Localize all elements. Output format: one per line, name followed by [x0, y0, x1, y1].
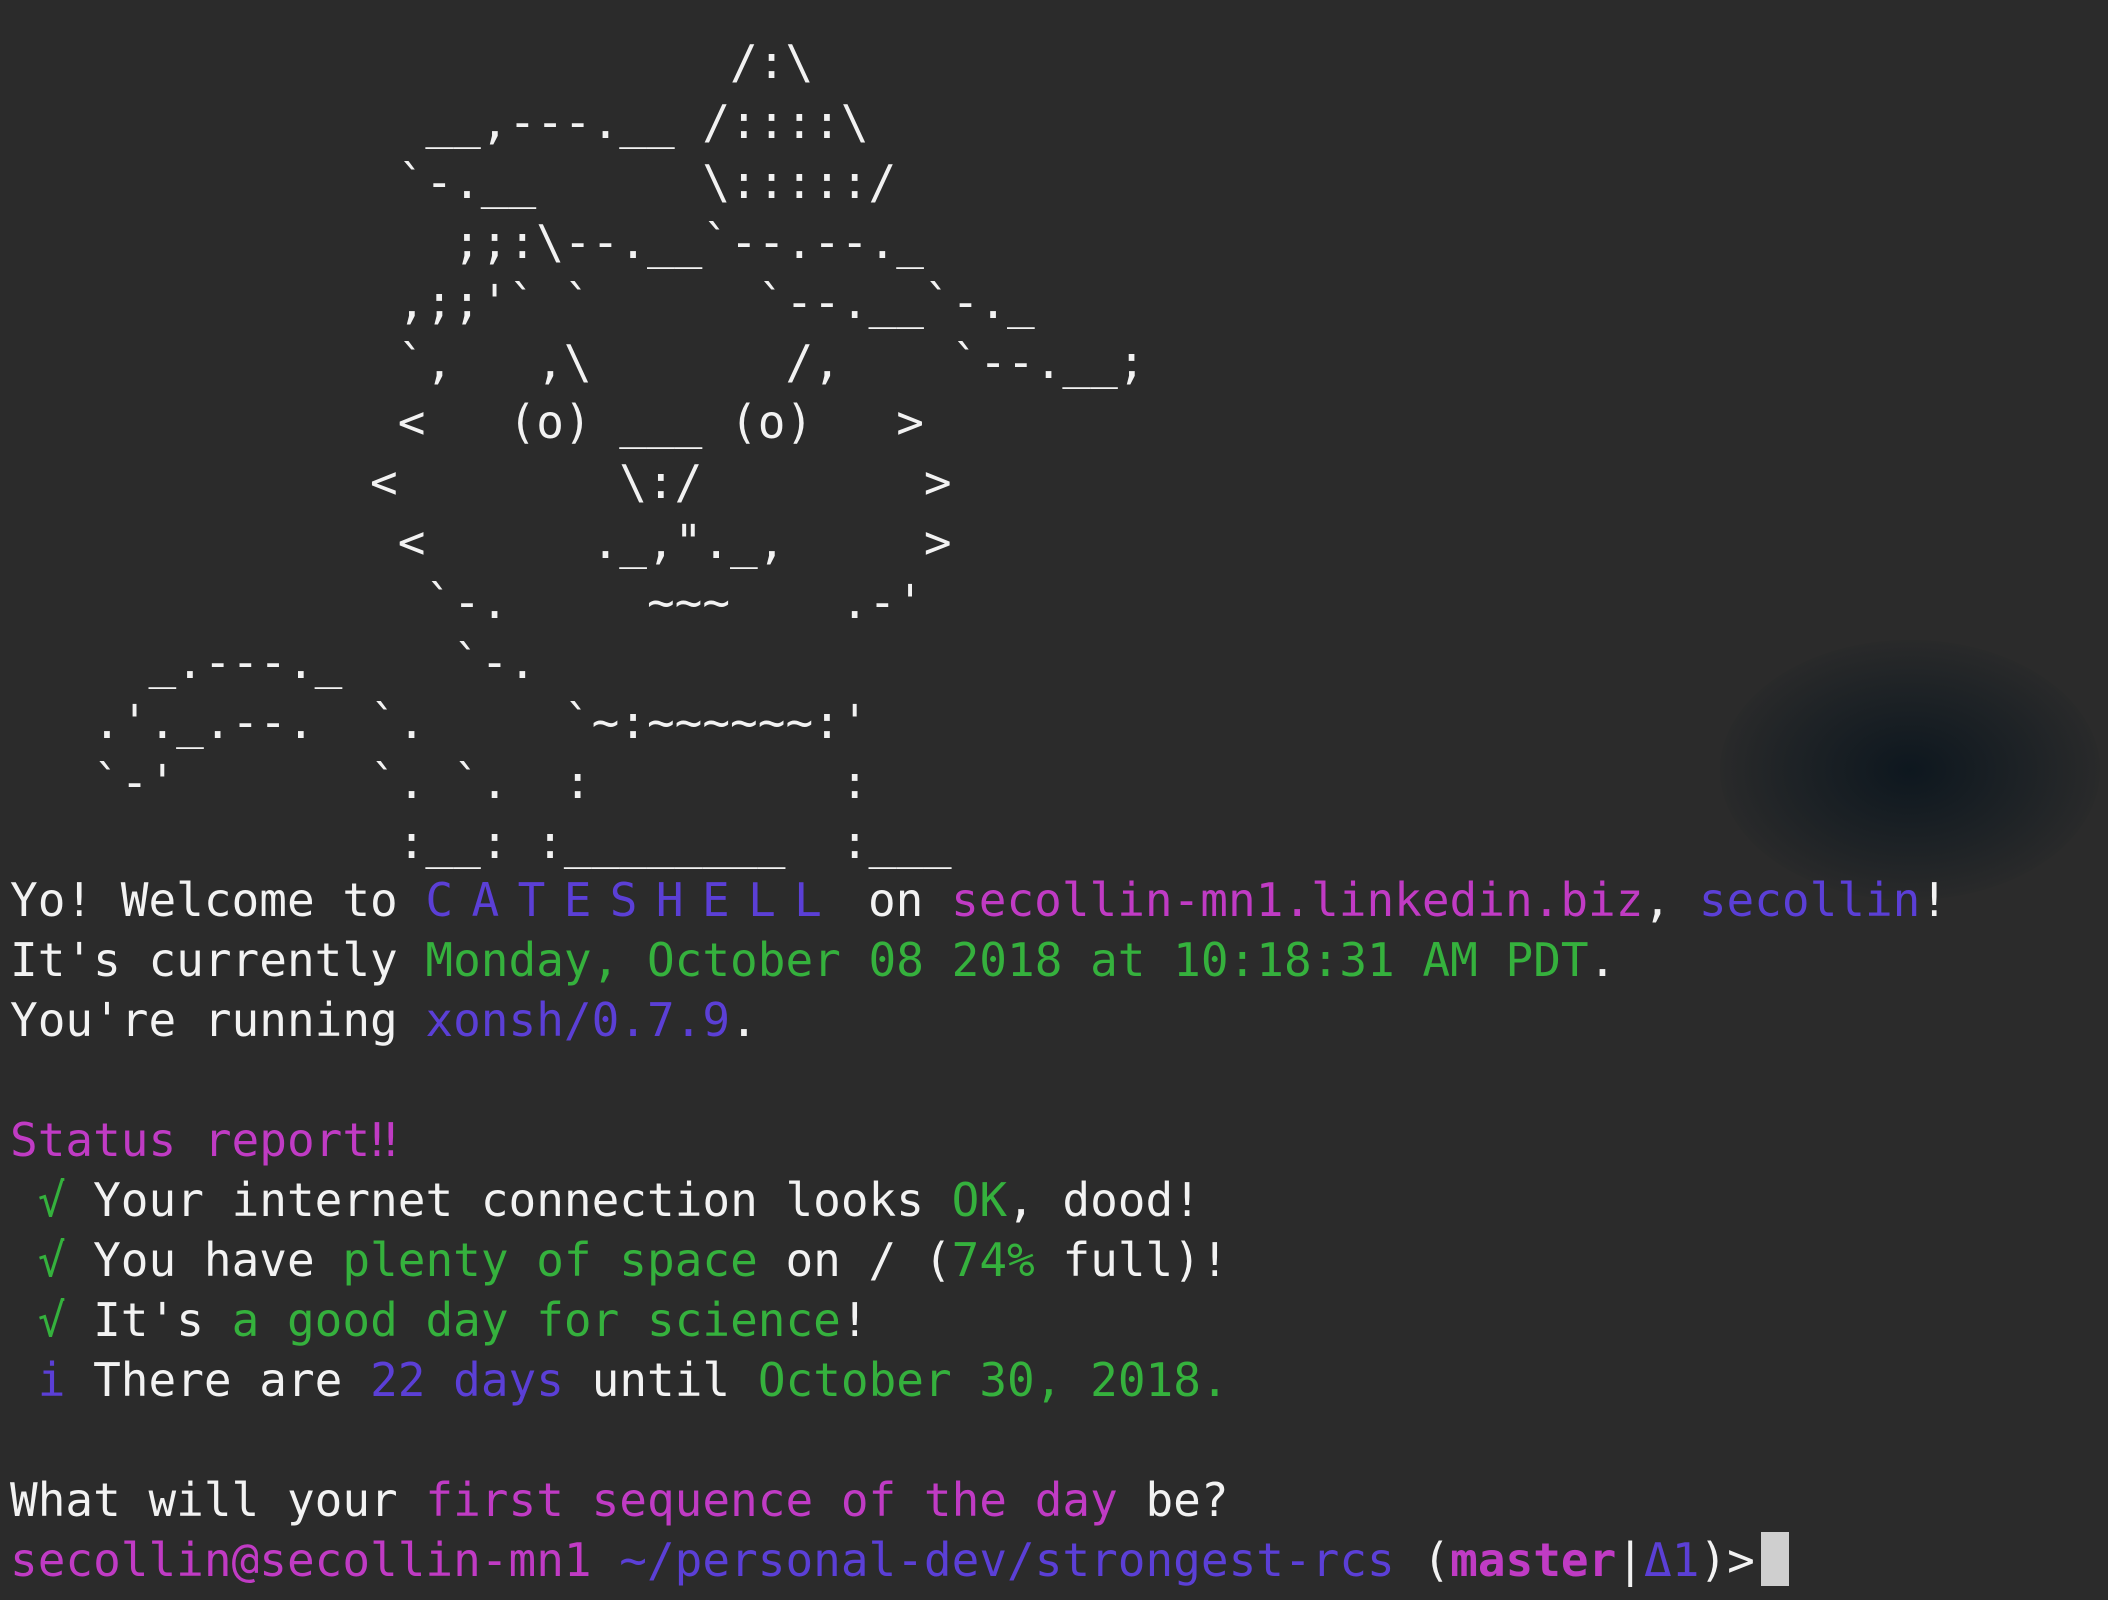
status-item: √ Your internet connection looks OK, doo…	[10, 1170, 1948, 1230]
datetime-line: It's currently Monday, October 08 2018 a…	[10, 930, 1948, 990]
status-text-segment: 74%	[951, 1233, 1035, 1287]
status-item: i There are 22 days until October 30, 20…	[10, 1350, 1948, 1410]
status-text-segment: on / (	[757, 1233, 952, 1287]
status-spacer	[65, 1293, 93, 1347]
welcome-line: Yo! Welcome to CATESHELL on secollin-mn1…	[10, 870, 1948, 930]
status-indent	[10, 1293, 38, 1347]
datetime-suffix: .	[1588, 933, 1617, 987]
background-glow	[1720, 640, 2100, 900]
status-text-segment: OK	[951, 1173, 1008, 1227]
status-text-segment: There are	[93, 1353, 371, 1407]
username: secollin	[1698, 873, 1921, 927]
status-item: √ You have plenty of space on / (74% ful…	[10, 1230, 1948, 1290]
status-list: √ Your internet connection looks OK, doo…	[10, 1170, 1948, 1410]
hostname: secollin-mn1.linkedin.biz	[951, 873, 1644, 927]
status-indent	[10, 1233, 38, 1287]
status-spacer	[65, 1353, 93, 1407]
version-prefix: You're running	[10, 993, 426, 1047]
status-text-segment: , dood!	[1007, 1173, 1201, 1227]
welcome-output: Yo! Welcome to CATESHELL on secollin-mn1…	[10, 870, 1948, 1590]
git-changes: Δ1	[1644, 1533, 1700, 1587]
prompt-open-paren: (	[1422, 1533, 1451, 1587]
text-cursor[interactable]	[1760, 1532, 1789, 1586]
welcome-prefix: Yo! Welcome to	[10, 873, 426, 927]
status-item: √ It's a good day for science!	[10, 1290, 1948, 1350]
question-suffix: be?	[1117, 1473, 1229, 1527]
status-spacer	[65, 1233, 93, 1287]
status-text-segment: October 30, 2018.	[757, 1353, 1229, 1407]
status-text-segment: a good day for science	[231, 1293, 841, 1347]
datetime-value: Monday, October 08 2018 at 10:18:31 AM P…	[425, 933, 1589, 987]
status-indent	[10, 1353, 38, 1407]
question-highlight: first sequence of the day	[425, 1473, 1118, 1527]
status-indent	[10, 1173, 38, 1227]
git-separator: |	[1616, 1533, 1645, 1587]
prompt-user-host: secollin@secollin-mn1	[10, 1533, 592, 1587]
question-prefix: What will your	[10, 1473, 426, 1527]
welcome-bang: !	[1920, 873, 1949, 927]
terminal-window[interactable]: /:\ __,---.__ /::::\ `-.__ \:::::/ ;;:\-…	[0, 0, 2108, 1600]
command-prompt[interactable]: secollin@secollin-mn1 ~/personal-dev/str…	[10, 1530, 1948, 1590]
datetime-prefix: It's currently	[10, 933, 426, 987]
checkmark-icon: √	[37, 1233, 66, 1287]
status-text-segment: until	[563, 1353, 758, 1407]
status-title: Status report‼	[10, 1113, 398, 1167]
git-branch: master	[1450, 1533, 1617, 1587]
version-line: You're running xonsh/0.7.9.	[10, 990, 1948, 1050]
question-line: What will your first sequence of the day…	[10, 1470, 1948, 1530]
status-text-segment: You have	[93, 1233, 343, 1287]
status-text-segment: !	[840, 1293, 869, 1347]
shell-name: CATESHELL	[425, 873, 841, 927]
status-text-segment: 22 days	[370, 1353, 564, 1407]
version-suffix: .	[730, 993, 758, 1047]
welcome-comma: ,	[1643, 873, 1699, 927]
status-text-segment: plenty of space	[342, 1233, 758, 1287]
version-value: xonsh/0.7.9	[425, 993, 731, 1047]
info-icon: i	[37, 1353, 66, 1407]
checkmark-icon: √	[37, 1173, 66, 1227]
checkmark-icon: √	[37, 1293, 66, 1347]
welcome-on: on	[840, 873, 952, 927]
status-text-segment: full)!	[1034, 1233, 1229, 1287]
status-spacer	[65, 1173, 93, 1227]
status-text-segment: Your internet connection looks	[93, 1173, 952, 1227]
prompt-path: ~/personal-dev/strongest-rcs	[591, 1533, 1423, 1587]
prompt-close: )>	[1699, 1533, 1755, 1587]
ascii-cat-art: /:\ __,---.__ /::::\ `-.__ \:::::/ ;;:\-…	[93, 35, 1146, 869]
status-text-segment: It's	[93, 1293, 232, 1347]
